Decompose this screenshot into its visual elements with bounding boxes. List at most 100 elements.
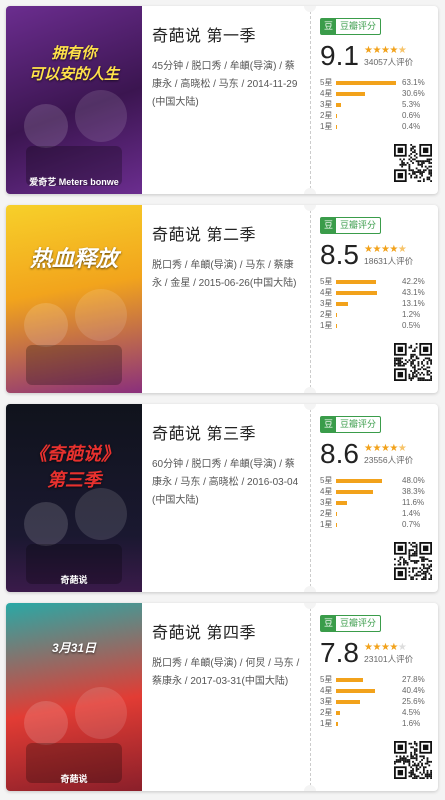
star-icon: ★ (389, 45, 398, 56)
douban-icon: 豆 (321, 19, 337, 34)
qr-code-icon[interactable] (394, 741, 432, 779)
rating-distribution: 5星 48.0% 4星 38.3% 3星 11.6% 2星 1.4% 1星 0.… (320, 475, 432, 530)
show-title[interactable]: 奇葩说 第三季 (152, 420, 302, 444)
rating-bar-row: 2星 4.5% (320, 707, 432, 718)
show-card[interactable]: 热血释放 奇葩说 第二季 脱口秀 / 牟頔(导演) / 马东 / 蔡康永 / 金… (6, 205, 438, 393)
rating-bar-track (336, 710, 398, 715)
vote-count: 23556人评价 (364, 455, 414, 465)
show-meta: 45分钟 / 脱口秀 / 牟頔(导演) / 蔡康永 / 高晓松 / 马东 / 2… (152, 61, 298, 108)
ticket-notch (304, 188, 316, 194)
ticket-notch (304, 205, 316, 211)
poster-art (24, 90, 127, 186)
rating-bar-fill (336, 114, 337, 118)
rating-bar-row: 2星 1.4% (320, 508, 432, 519)
ticket-notch (304, 404, 316, 410)
show-title[interactable]: 奇葩说 第二季 (152, 221, 302, 245)
rating-bar-fill (336, 280, 377, 284)
douban-icon: 豆 (321, 616, 337, 631)
vote-count: 18631人评价 (364, 256, 414, 266)
poster-footer: 奇葩说 (60, 575, 88, 585)
rating-bar-row: 5星 48.0% (320, 475, 432, 486)
rating-percent: 38.3% (402, 487, 425, 496)
rating-bar-fill (336, 81, 397, 85)
douban-badge-label: 豆瓣评分 (340, 618, 377, 628)
star-icon: ★ (397, 642, 407, 653)
rating-bar-track (336, 80, 398, 85)
ticket-notch (304, 603, 316, 609)
star-level-label: 2星 (320, 310, 333, 319)
poster-art (24, 289, 127, 385)
rating-percent: 0.7% (402, 520, 421, 529)
poster-image[interactable]: 拥有你 可以安的人生 爱奇艺 Meters bonwe (6, 6, 142, 194)
rating-score: 8.6 (320, 438, 359, 469)
star-level-label: 5星 (320, 277, 333, 286)
rating-bar-track (336, 301, 398, 306)
rating-bar-row: 3星 25.6% (320, 696, 432, 707)
rating-score: 9.1 (320, 40, 359, 71)
show-meta: 脱口秀 / 牟頔(导演) / 马东 / 蔡康永 / 金星 / 2015-06-2… (152, 260, 297, 289)
ticket-divider (310, 603, 311, 791)
rating-panel: 豆 豆瓣评分 7.8 ★★★★★ 23101人评价 5星 27.8% 4星 40… (320, 613, 432, 729)
star-level-label: 2星 (320, 111, 333, 120)
rating-panel: 豆 豆瓣评分 9.1 ★★★★★ 34057人评价 5星 63.1% 4星 30… (320, 16, 432, 132)
douban-icon: 豆 (321, 417, 337, 432)
show-card[interactable]: 《奇葩说》 第三季 奇葩说 奇葩说 第三季 60分钟 / 脱口秀 / 牟頔(导演… (6, 404, 438, 592)
ticket-notch (304, 387, 316, 393)
rating-bar-row: 4星 38.3% (320, 486, 432, 497)
rating-bar-fill (336, 678, 363, 682)
star-icon: ★ (372, 45, 381, 56)
show-card[interactable]: 3月31日 奇葩说 奇葩说 第四季 脱口秀 / 牟頔(导演) / 何炅 / 马东… (6, 603, 438, 791)
poster-image[interactable]: 3月31日 奇葩说 (6, 603, 142, 791)
qr-code-icon[interactable] (394, 144, 432, 182)
star-level-label: 1星 (320, 520, 333, 529)
rating-bar-track (336, 279, 398, 284)
rating-panel: 豆 豆瓣评分 8.5 ★★★★★ 18631人评价 5星 42.2% 4星 43… (320, 215, 432, 331)
show-title[interactable]: 奇葩说 第四季 (152, 619, 302, 643)
rating-bar-track (336, 489, 398, 494)
rating-bar-fill (336, 92, 366, 96)
show-card[interactable]: 拥有你 可以安的人生 爱奇艺 Meters bonwe 奇葩说 第一季 45分钟… (6, 6, 438, 194)
rating-percent: 4.5% (402, 708, 421, 717)
rating-bar-fill (336, 490, 373, 494)
rating-percent: 25.6% (402, 697, 425, 706)
rating-bar-row: 1星 0.7% (320, 519, 432, 530)
rating-bar-fill (336, 479, 382, 483)
star-level-label: 1星 (320, 321, 333, 330)
star-level-label: 2星 (320, 509, 333, 518)
rating-bar-fill (336, 722, 338, 726)
poster-image[interactable]: 热血释放 (6, 205, 142, 393)
poster-caption: 拥有你 可以安的人生 (28, 45, 119, 83)
ticket-divider (310, 205, 311, 393)
rating-bar-track (336, 721, 398, 726)
rating-bar-track (336, 312, 398, 317)
star-level-label: 5星 (320, 78, 333, 87)
rating-bar-track (336, 102, 398, 107)
rating-bar-row: 3星 13.1% (320, 298, 432, 309)
rating-bar-row: 4星 30.6% (320, 88, 432, 99)
rating-bar-fill (336, 711, 341, 715)
rating-percent: 42.2% (402, 277, 425, 286)
rating-percent: 0.6% (402, 111, 421, 120)
rating-bar-row: 5星 42.2% (320, 276, 432, 287)
ticket-notch (304, 785, 316, 791)
rating-bar-row: 1星 1.6% (320, 718, 432, 729)
rating-bar-fill (336, 291, 378, 295)
rating-bar-track (336, 677, 398, 682)
rating-distribution: 5星 63.1% 4星 30.6% 3星 5.3% 2星 0.6% 1星 0.4… (320, 77, 432, 132)
rating-percent: 27.8% (402, 675, 425, 684)
star-rating: ★★★★★ (364, 45, 413, 56)
rating-percent: 63.1% (402, 78, 425, 87)
poster-caption: 《奇葩说》 第三季 (29, 444, 119, 490)
qr-code-icon[interactable] (394, 343, 432, 381)
douban-badge-label: 豆瓣评分 (340, 220, 377, 230)
star-rating: ★★★★★ (364, 642, 413, 653)
show-title[interactable]: 奇葩说 第一季 (152, 22, 302, 46)
poster-footer: 爱奇艺 Meters bonwe (29, 177, 119, 187)
star-icon: ★ (389, 443, 398, 454)
rating-bar-track (336, 699, 398, 704)
qr-code-icon[interactable] (394, 542, 432, 580)
douban-badge-label: 豆瓣评分 (340, 21, 377, 31)
rating-bar-fill (336, 103, 342, 107)
star-icon: ★ (372, 642, 381, 653)
poster-image[interactable]: 《奇葩说》 第三季 奇葩说 (6, 404, 142, 592)
